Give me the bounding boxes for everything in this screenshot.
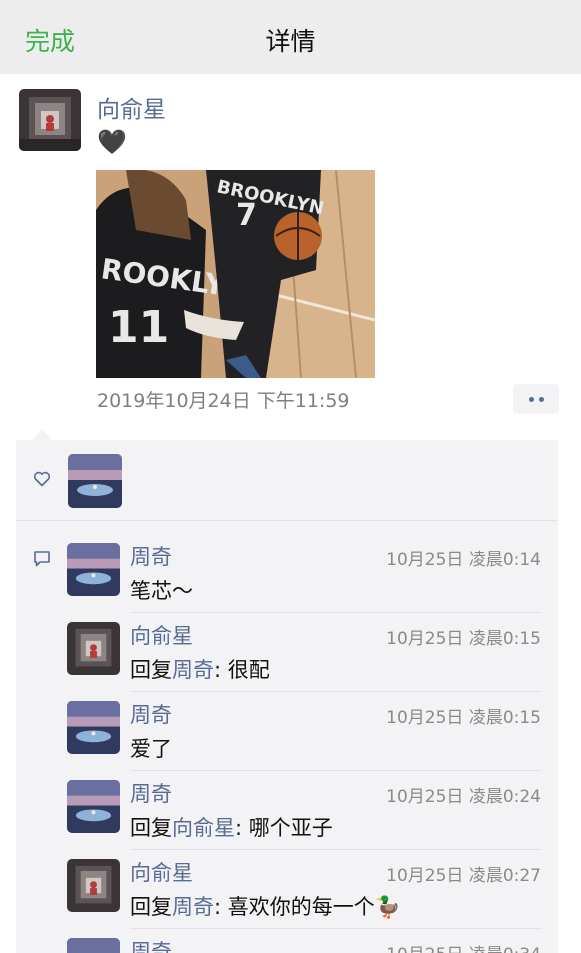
likes-divider (16, 520, 558, 521)
reply-prefix: 回复 (130, 895, 172, 919)
commenter-avatar[interactable] (67, 701, 120, 754)
commenter-avatar[interactable] (67, 859, 120, 912)
comment-time: 10月25日 凌晨0:24 (386, 787, 541, 807)
comment-text: 回复周奇: 很配 (130, 654, 270, 684)
comment-divider (130, 770, 542, 771)
comment-text: 笔芯～ (130, 575, 193, 605)
commenter-avatar[interactable] (67, 622, 120, 675)
comment-divider (130, 691, 542, 692)
reply-prefix: 回复 (130, 658, 172, 682)
comment-time: 10月25日 凌晨0:27 (386, 866, 541, 886)
comment-text: 回复周奇: 喜欢你的每一个🦆 (130, 891, 401, 921)
comment-time: 10月25日 凌晨0:15 (386, 708, 541, 728)
commenter-avatar[interactable] (67, 780, 120, 833)
comment-author[interactable]: 向俞星 (130, 857, 193, 887)
comment-divider (130, 849, 542, 850)
comment-body: 哪个亚子 (248, 816, 333, 840)
svg-text:11: 11 (108, 302, 169, 353)
reply-colon: : (235, 816, 249, 840)
post-timestamp: 2019年10月24日 下午11:59 (97, 390, 350, 412)
comment-text: 回复向俞星: 哪个亚子 (130, 812, 333, 842)
author-avatar[interactable] (19, 89, 81, 151)
comment-author[interactable]: 周奇 (130, 936, 172, 953)
liker-avatar[interactable] (68, 454, 122, 508)
commenter-avatar[interactable] (67, 938, 120, 953)
reply-target[interactable]: 周奇 (172, 658, 214, 682)
reply-target[interactable]: 周奇 (172, 895, 214, 919)
comment-text: 爱了 (130, 733, 172, 763)
comment-bubble-icon (33, 550, 51, 568)
reply-target[interactable]: 向俞星 (172, 816, 235, 840)
comment-time: 10月25日 凌晨0:15 (386, 629, 541, 649)
comment-author[interactable]: 向俞星 (130, 620, 193, 650)
comment-author[interactable]: 周奇 (130, 541, 172, 571)
comment-body: 很配 (227, 658, 270, 682)
more-dots-icon[interactable] (513, 384, 559, 414)
page-title: 详情 (265, 27, 316, 56)
reply-colon: : (214, 895, 228, 919)
post-text: 🖤 (97, 128, 127, 156)
comment-time: 10月25日 凌晨0:34 (386, 940, 541, 953)
reply-prefix: 回复 (130, 816, 172, 840)
comment-author[interactable]: 周奇 (130, 699, 172, 729)
comment-time: 10月25日 凌晨0:14 (386, 550, 541, 570)
comment-body: 笔芯～ (130, 579, 193, 603)
navbar: 完成 详情 (0, 0, 581, 74)
comment-divider (130, 928, 542, 929)
comment-body: 爱了 (130, 737, 172, 761)
panel-arrow (32, 429, 52, 440)
reply-colon: : (214, 658, 228, 682)
post-author-name[interactable]: 向俞星 (97, 90, 166, 124)
commenter-avatar[interactable] (67, 543, 120, 596)
comment-body: 喜欢你的每一个🦆 (227, 895, 401, 919)
heart-outline-icon (33, 471, 51, 487)
comment-divider (130, 612, 542, 613)
svg-text:7: 7 (236, 198, 257, 233)
comment-author[interactable]: 周奇 (130, 778, 172, 808)
post-photo[interactable]: ROOKLYN 11 BROOKLYN 7 (96, 170, 375, 378)
